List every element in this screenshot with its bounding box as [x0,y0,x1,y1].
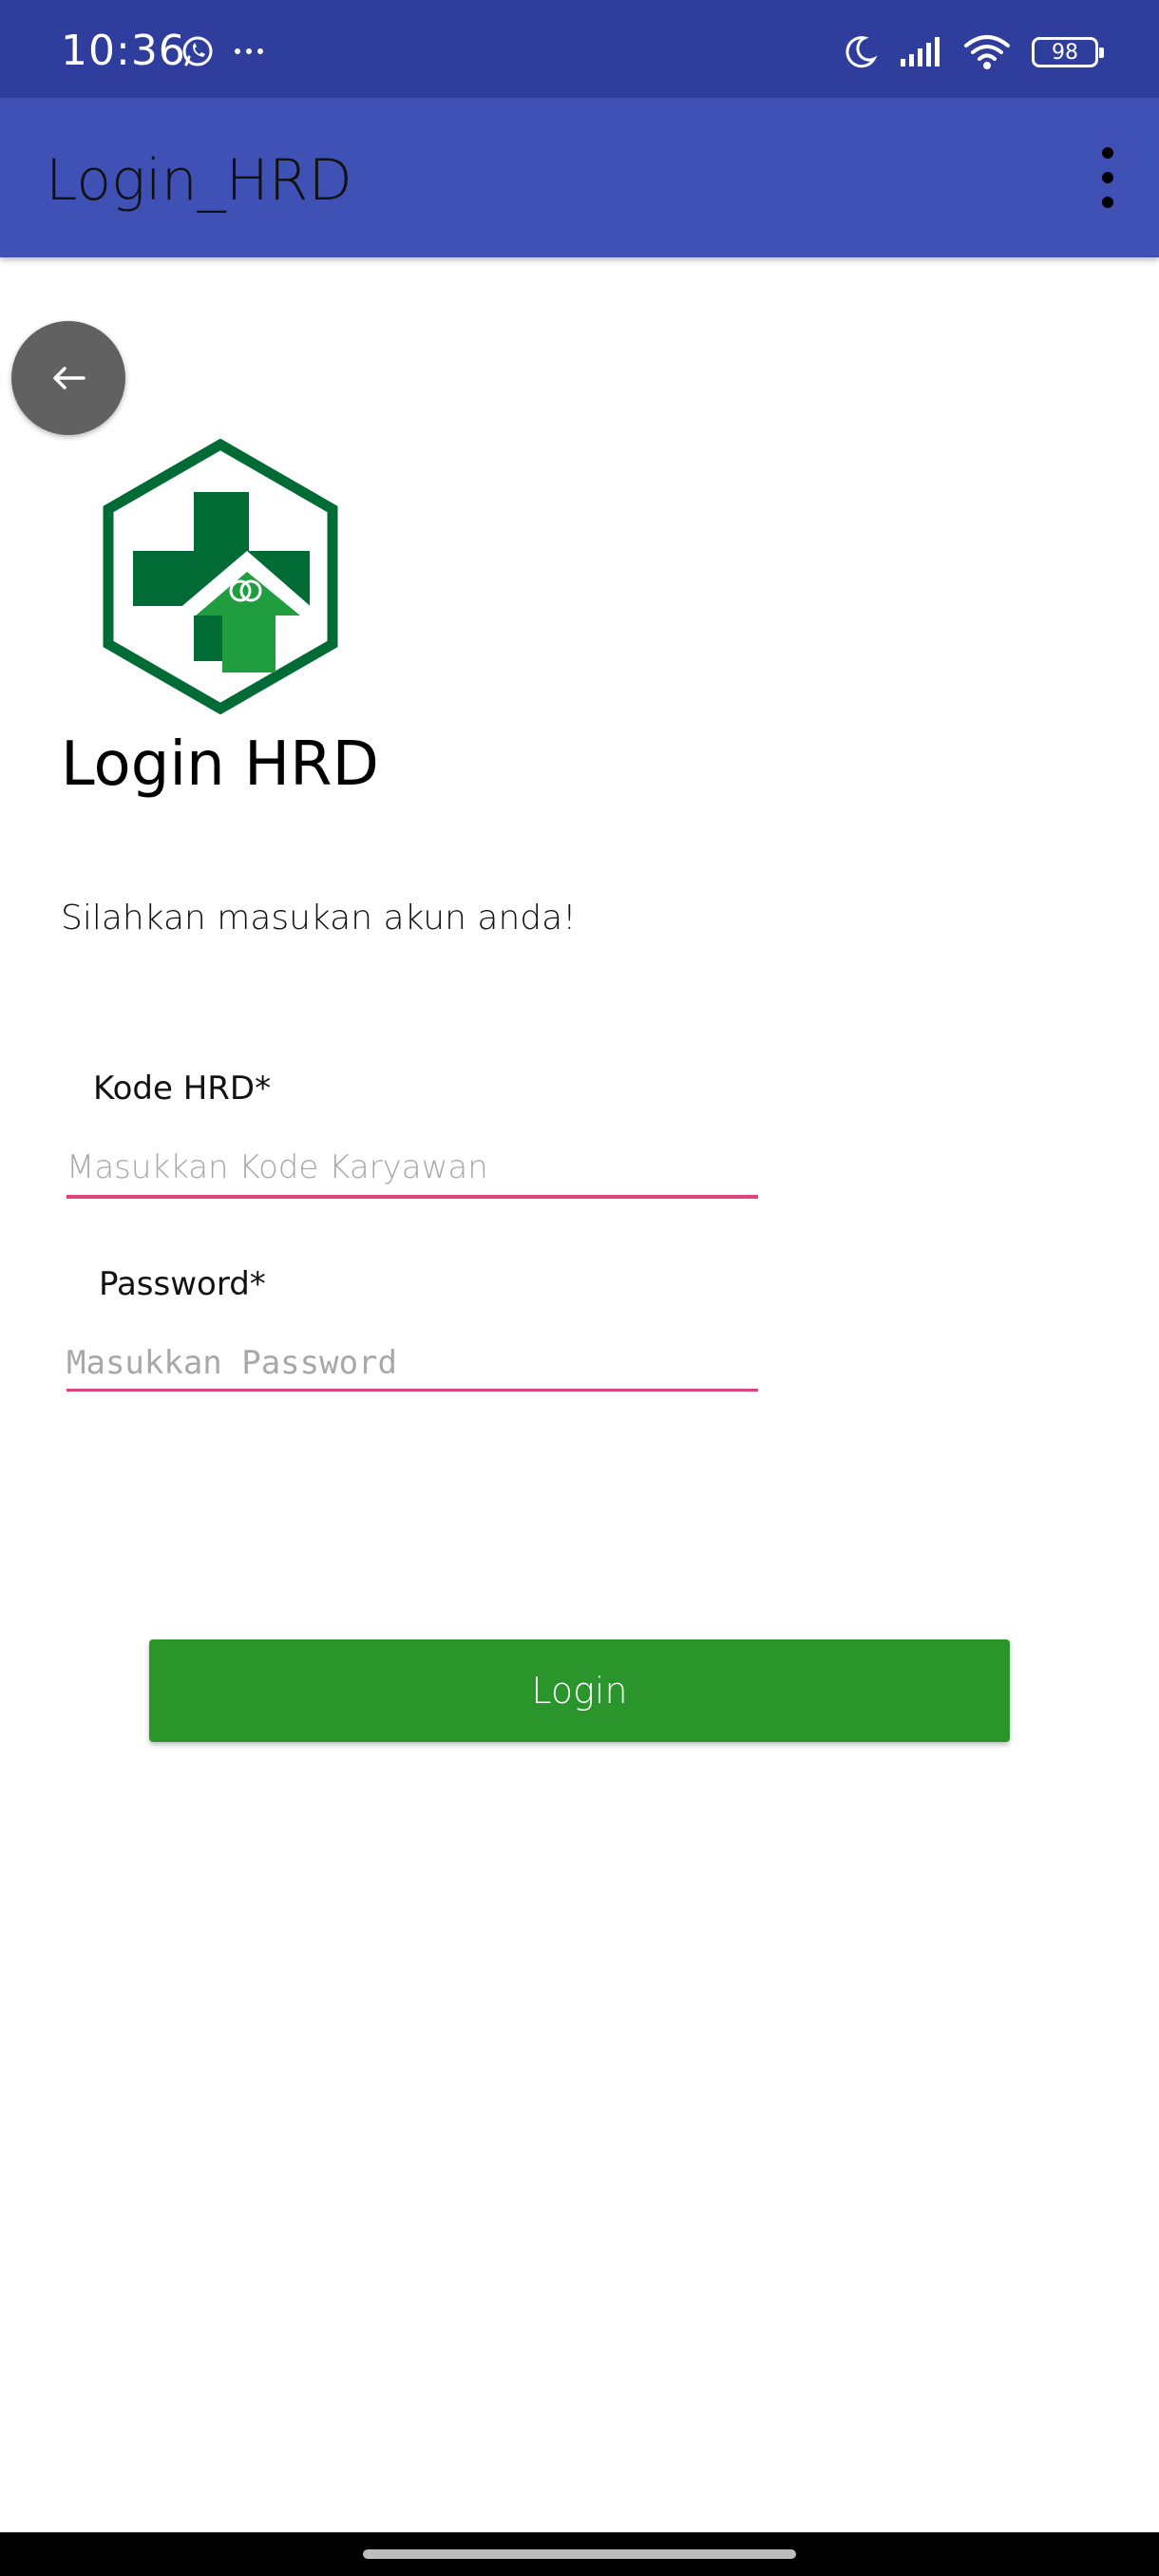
password-input[interactable] [66,1330,758,1396]
login-button[interactable]: Login [149,1639,1010,1742]
kode-hrd-underline [66,1195,758,1199]
whatsapp-icon [182,36,213,66]
more-vert-icon[interactable] [1085,138,1130,218]
app-title: Login_HRD [46,147,352,214]
more-dots-icon [235,48,263,54]
back-button[interactable] [11,321,125,435]
login-screen: 10:36 98 Login_HRD Login HRD Silahkan ma… [0,0,1159,2576]
battery-icon: 98 [1032,37,1104,67]
battery-level: 98 [1052,40,1078,65]
gesture-handle[interactable] [363,2549,796,2559]
status-bar: 10:36 98 [0,0,1159,98]
navigation-bar [0,2532,1159,2576]
status-right-icons: 98 [842,34,1104,70]
signal-icon [901,37,940,66]
moon-icon [846,36,878,68]
password-underline [66,1389,758,1392]
kode-hrd-input[interactable] [66,1134,758,1201]
page-title: Login HRD [61,729,379,800]
status-time: 10:36 [61,27,186,75]
menu-dot [1102,147,1113,159]
page-subtitle: Silahkan masukan akun anda! [61,899,577,938]
app-bar: Login_HRD [0,98,1159,257]
health-cross-hexagon-logo [103,439,338,714]
wifi-icon [964,35,1010,69]
status-left-icons [180,34,266,68]
arrow-left-icon [53,367,86,389]
kode-hrd-label: Kode HRD* [93,1070,272,1108]
menu-dot [1102,197,1113,208]
menu-dot [1102,172,1113,183]
password-label: Password* [99,1265,266,1303]
